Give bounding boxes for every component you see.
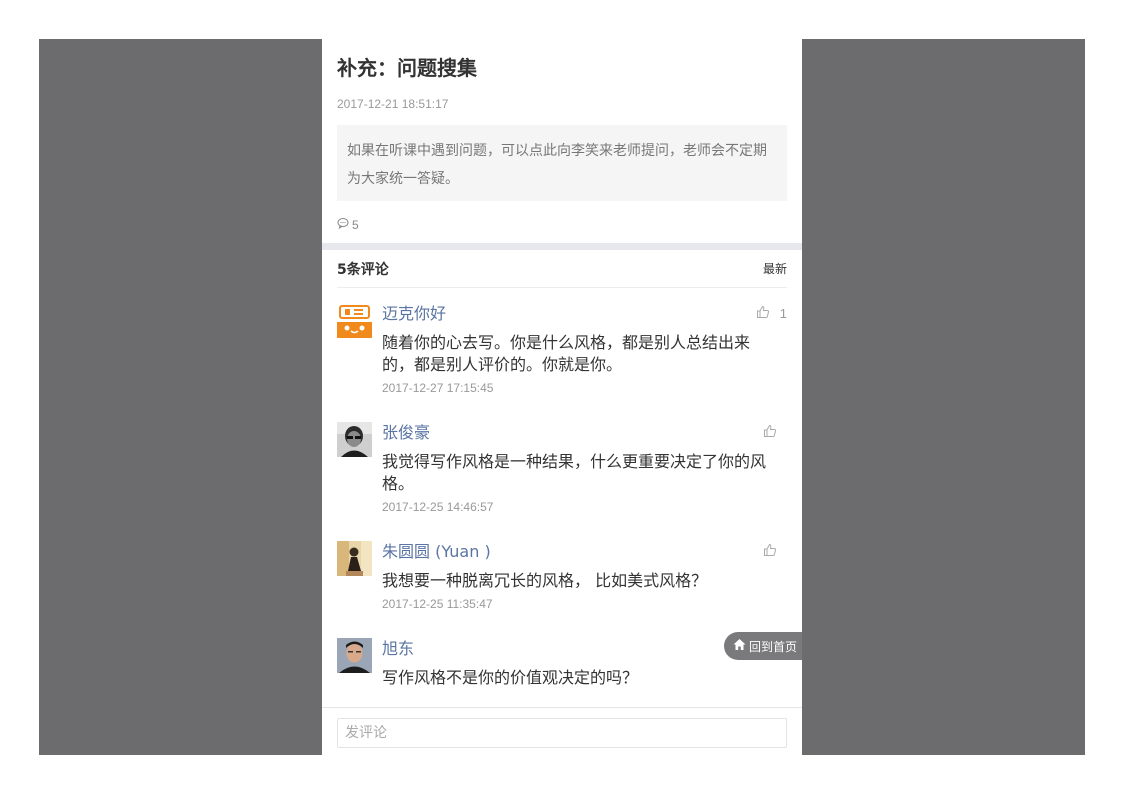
like-button[interactable]	[763, 424, 787, 441]
article-date: 2017-12-21 18:51:17	[337, 97, 449, 111]
comment-input[interactable]	[337, 718, 787, 748]
comments-count-label: 5条评论	[337, 261, 389, 278]
commenter-name[interactable]: 迈克你好	[382, 303, 787, 325]
comment-date: 2017-12-27 17:15:45	[382, 381, 494, 395]
comments-header: 5条评论 最新	[337, 250, 787, 288]
thumbs-up-icon	[763, 424, 777, 441]
comment-text: 写作风格不是你的价值观决定的吗？	[382, 668, 639, 687]
article-header: 补充：问题搜集 2017-12-21 18:51:17 如果在听课中遇到问题，可…	[322, 39, 802, 243]
thumbs-up-icon	[756, 305, 770, 322]
comment-date: 2017-12-25 11:35:47	[382, 597, 493, 611]
back-to-home-label: 回到首页	[749, 639, 798, 654]
article-title: 补充：问题搜集	[337, 56, 477, 80]
comment-date: 2017-12-25 14:46:57	[382, 500, 494, 514]
like-button[interactable]	[763, 543, 787, 560]
avatar[interactable]	[337, 422, 372, 457]
comment-bubble-icon	[337, 217, 349, 232]
avatar[interactable]	[337, 541, 372, 576]
home-icon	[733, 638, 746, 654]
comment-item: 迈克你好 随着你的心去写。你是什么风格，都是别人总结出来的，都是别人评价的。你就…	[337, 303, 787, 395]
comment-item: 旭东 写作风格不是你的价值观决定的吗？	[337, 638, 787, 689]
comment-text: 我想要一种脱离冗长的风格， 比如美式风格？	[382, 571, 708, 590]
comments-section: 5条评论 最新 迈克你好 随着你的心去写。你是什么风格，都是别人总结出来的，都是…	[322, 250, 802, 689]
comment-item: 朱圆圆 (Yuan ) 我想要一种脱离冗长的风格， 比如美式风格？ 2017-1…	[337, 541, 787, 611]
sort-latest-button[interactable]: 最新	[763, 260, 787, 277]
comment-count[interactable]: 5	[337, 217, 787, 232]
app-frame: 补充：问题搜集 2017-12-21 18:51:17 如果在听课中遇到问题，可…	[39, 39, 1085, 755]
comment-bar	[322, 707, 802, 755]
thumbs-up-icon	[763, 543, 777, 560]
avatar[interactable]	[337, 303, 372, 338]
comment-text: 我觉得写作风格是一种结果，什么更重要决定了你的风格。	[382, 452, 767, 493]
article-summary[interactable]: 如果在听课中遇到问题，可以点此向李笑来老师提问，老师会不定期为大家统一答疑。	[337, 125, 787, 201]
commenter-name[interactable]: 张俊豪	[382, 422, 787, 444]
back-to-home-button[interactable]: 回到首页	[724, 632, 802, 660]
commenter-name[interactable]: 朱圆圆 (Yuan )	[382, 541, 787, 563]
section-divider	[322, 243, 802, 250]
article-panel: 补充：问题搜集 2017-12-21 18:51:17 如果在听课中遇到问题，可…	[322, 39, 802, 755]
like-count: 1	[779, 306, 787, 321]
comment-item: 张俊豪 我觉得写作风格是一种结果，什么更重要决定了你的风格。 2017-12-2…	[337, 422, 787, 514]
comment-count-value: 5	[352, 217, 359, 232]
comment-text: 随着你的心去写。你是什么风格，都是别人总结出来的，都是别人评价的。你就是你。	[382, 333, 751, 374]
like-button[interactable]: 1	[756, 305, 787, 322]
avatar[interactable]	[337, 638, 372, 673]
